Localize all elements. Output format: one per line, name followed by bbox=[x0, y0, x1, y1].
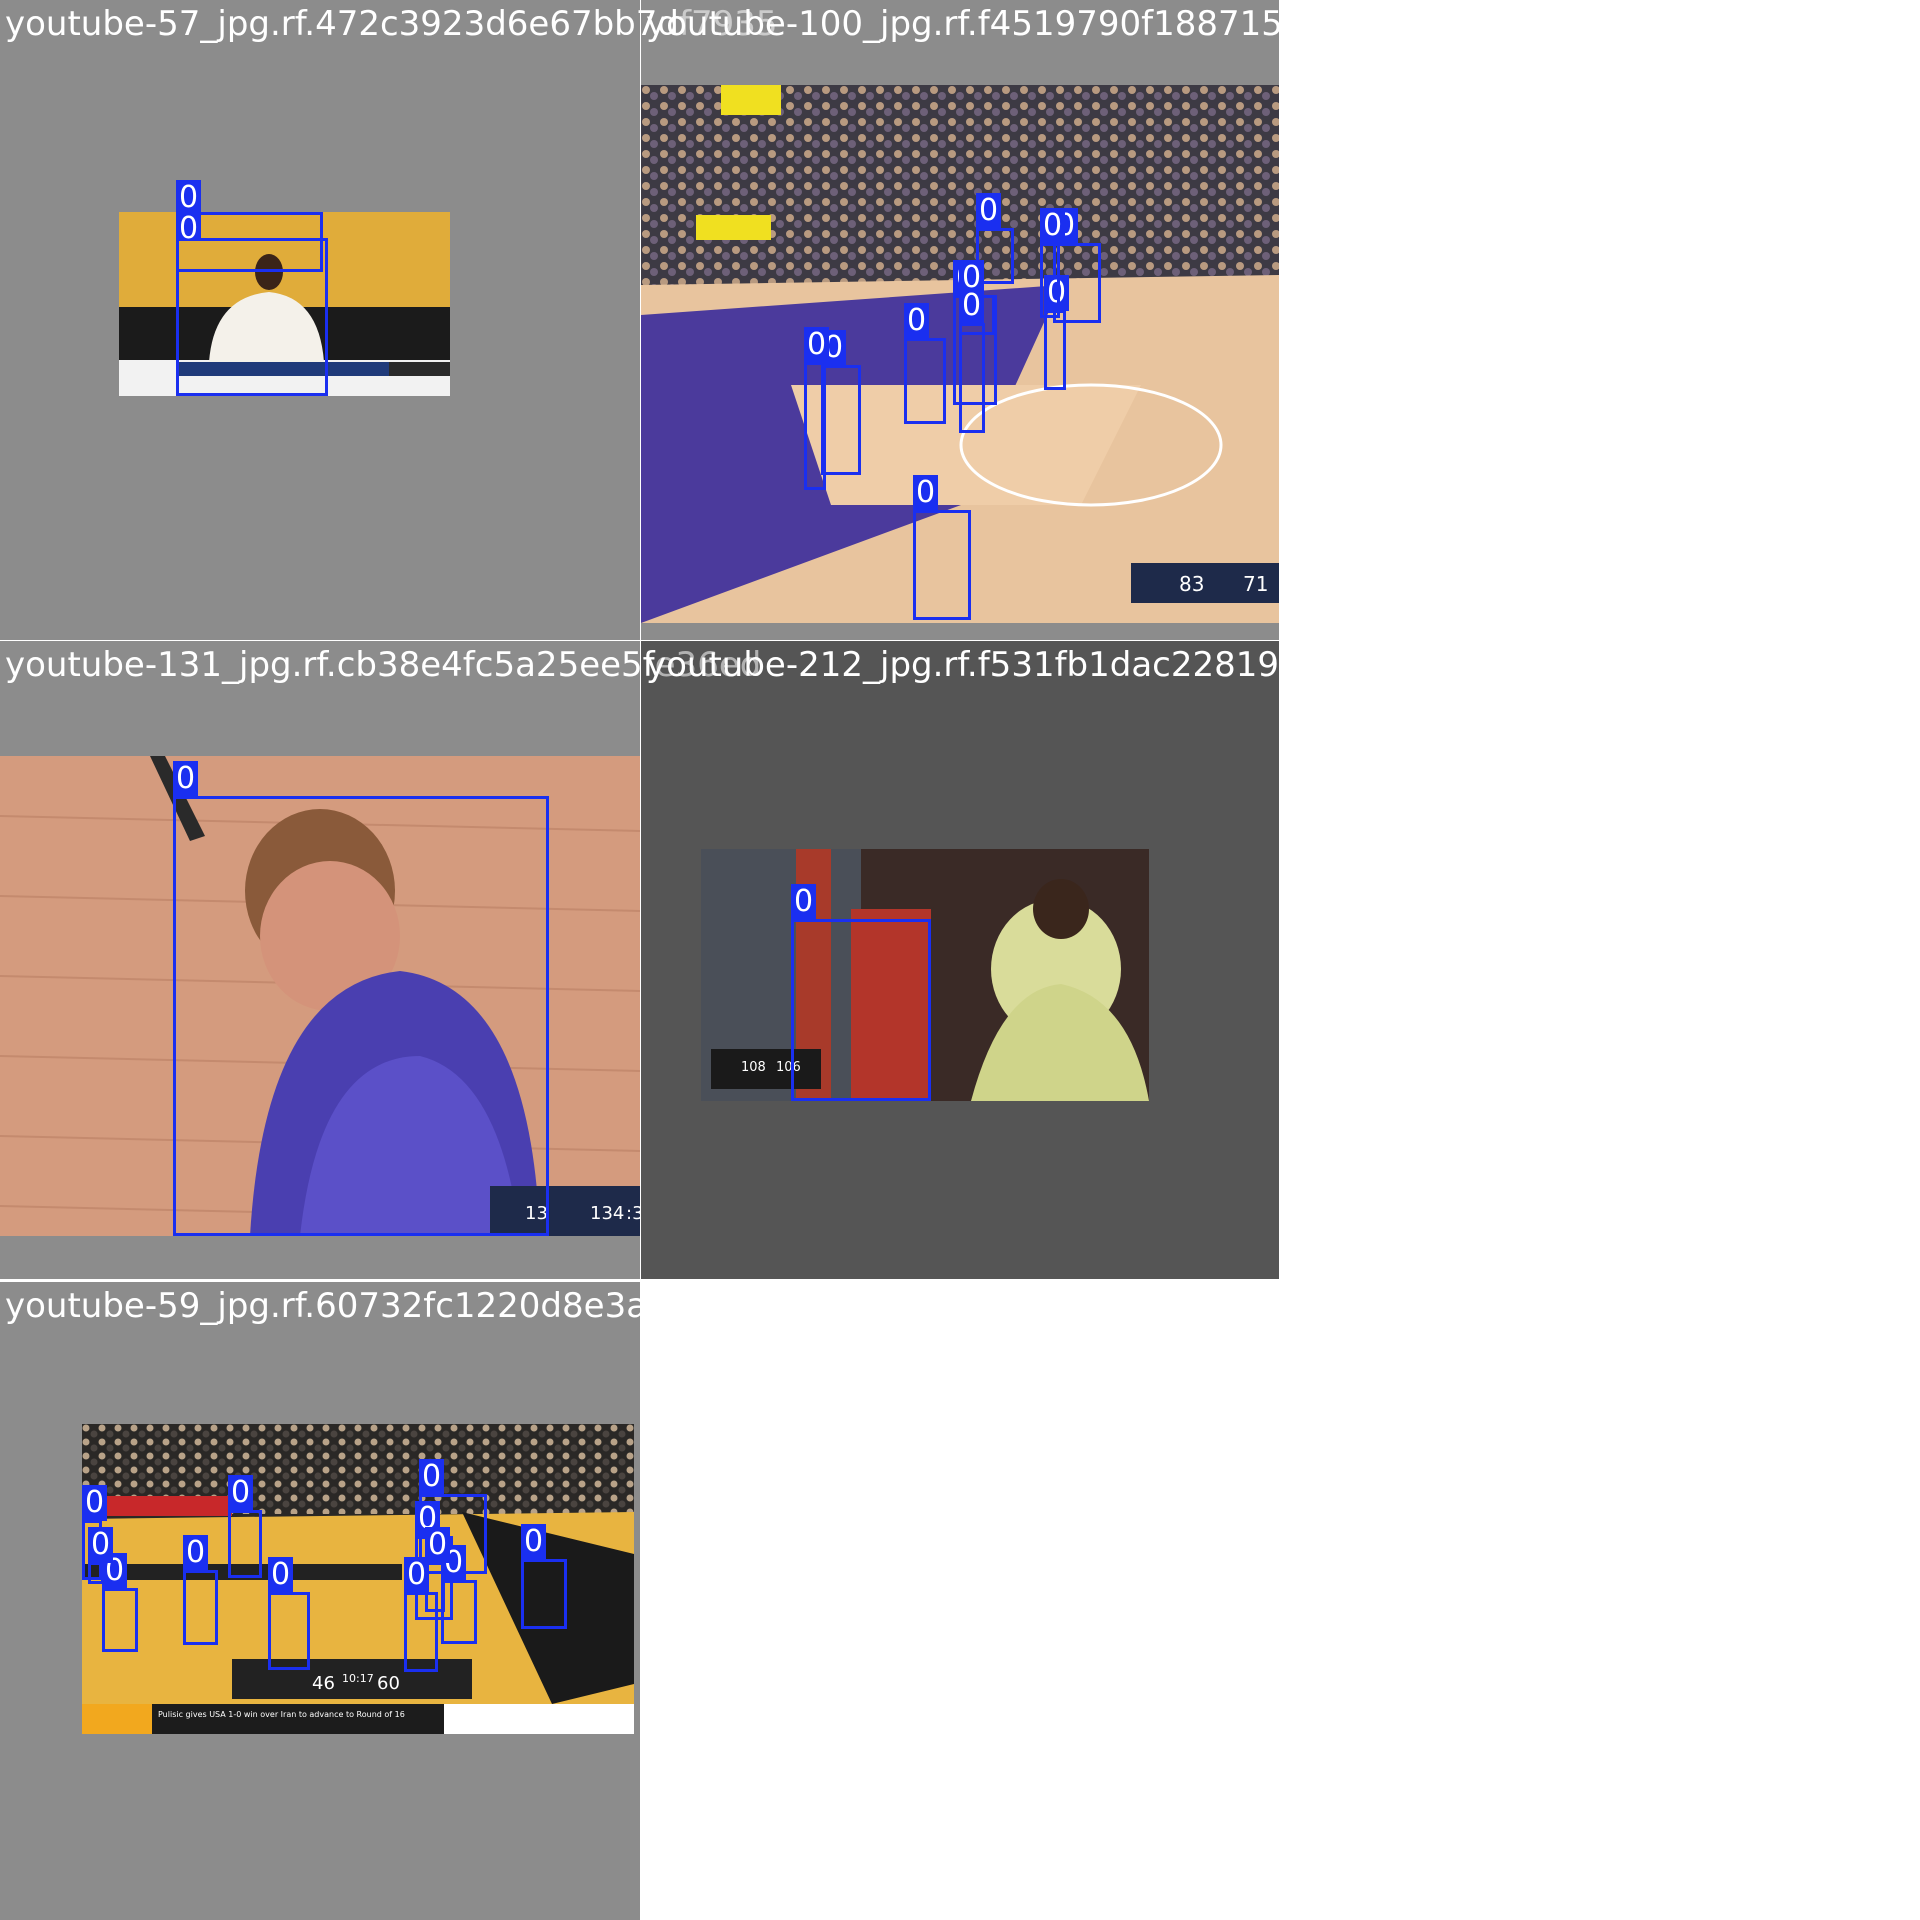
detection-box: 0 bbox=[173, 761, 549, 1236]
box-class-label: 0 bbox=[88, 1527, 114, 1563]
tile-youtube-100: 83 71 0 0 0 0 0 0 0 0 0 0 0 youtube-100_… bbox=[641, 0, 1403, 640]
detection-box: 0 bbox=[913, 475, 971, 620]
box-class-label: 0 bbox=[959, 288, 985, 324]
box-class-label: 0 bbox=[1040, 208, 1066, 244]
detection-box: 0 bbox=[521, 1524, 567, 1629]
news-ticker: Pulisic gives USA 1-0 win over Iran to a… bbox=[158, 1710, 405, 1719]
box-class-label: 0 bbox=[804, 327, 830, 363]
box-class-label: 0 bbox=[521, 1524, 547, 1560]
box-class-label: 0 bbox=[82, 1485, 108, 1521]
detection-box: 0 bbox=[183, 1535, 218, 1645]
detection-box: 0 bbox=[268, 1557, 310, 1670]
detection-box: 0 bbox=[959, 288, 985, 433]
box-class-label: 0 bbox=[425, 1527, 451, 1563]
scoreboard-left: 46 bbox=[312, 1673, 335, 1694]
scoreboard-away: 71 bbox=[1243, 572, 1268, 596]
box-class-label: 0 bbox=[904, 303, 930, 339]
tile-youtube-131: 13 134 :3 0 youtube-131_jpg.rf.cb38e4fc5… bbox=[0, 641, 761, 1279]
title-overflow-text: b876d bbox=[1299, 645, 1408, 685]
detection-box: 0 bbox=[1044, 275, 1070, 390]
detection-box: 0 bbox=[102, 1553, 138, 1652]
box-class-label: 0 bbox=[419, 1459, 445, 1495]
detection-box: 0 bbox=[821, 330, 861, 475]
tile-youtube-59: 46 10:17 60 Pulisic gives USA 1-0 win ov… bbox=[0, 1282, 777, 1920]
box-class-label: 0 bbox=[228, 1475, 254, 1511]
tile-youtube-57: 0 0 youtube-57_jpg.rf.472c3923d6e67bb7df… bbox=[0, 0, 777, 640]
detection-box: 0 bbox=[791, 884, 931, 1101]
box-class-label: 0 bbox=[173, 761, 199, 797]
detection-box: 0 bbox=[1040, 208, 1066, 318]
detection-box: 0 bbox=[804, 327, 830, 490]
detection-box: 0 bbox=[88, 1527, 114, 1584]
detection-box: 0 bbox=[425, 1527, 451, 1612]
box-class-label: 0 bbox=[176, 211, 202, 239]
box-class-label: 0 bbox=[183, 1535, 209, 1571]
scoreboard-home: 83 bbox=[1179, 572, 1204, 596]
scoreboard-left: 108 bbox=[741, 1060, 766, 1075]
box-class-label: 0 bbox=[268, 1557, 294, 1593]
detection-box: 0 bbox=[176, 211, 328, 396]
detection-box: 0 bbox=[904, 303, 946, 424]
scoreboard-extra: :3 bbox=[626, 1203, 640, 1224]
detection-box: 0 bbox=[228, 1475, 262, 1578]
detection-box: 0 bbox=[441, 1545, 477, 1644]
scoreboard-right: 60 bbox=[377, 1673, 400, 1694]
tile-youtube-212: 108 106 0 youtube-212_jpg.rf.f531fb1dac2… bbox=[641, 641, 1408, 1279]
box-class-label: 0 bbox=[976, 193, 1002, 229]
title-overflow-text: b5bf6 bbox=[1304, 4, 1403, 44]
scoreboard-clock: 10:17 bbox=[342, 1672, 374, 1685]
box-class-label: 0 bbox=[913, 475, 939, 511]
scoreboard-right: 134 bbox=[590, 1203, 624, 1224]
box-class-label: 0 bbox=[791, 884, 817, 920]
title-overflow-text: 8802b3 bbox=[647, 1286, 777, 1326]
